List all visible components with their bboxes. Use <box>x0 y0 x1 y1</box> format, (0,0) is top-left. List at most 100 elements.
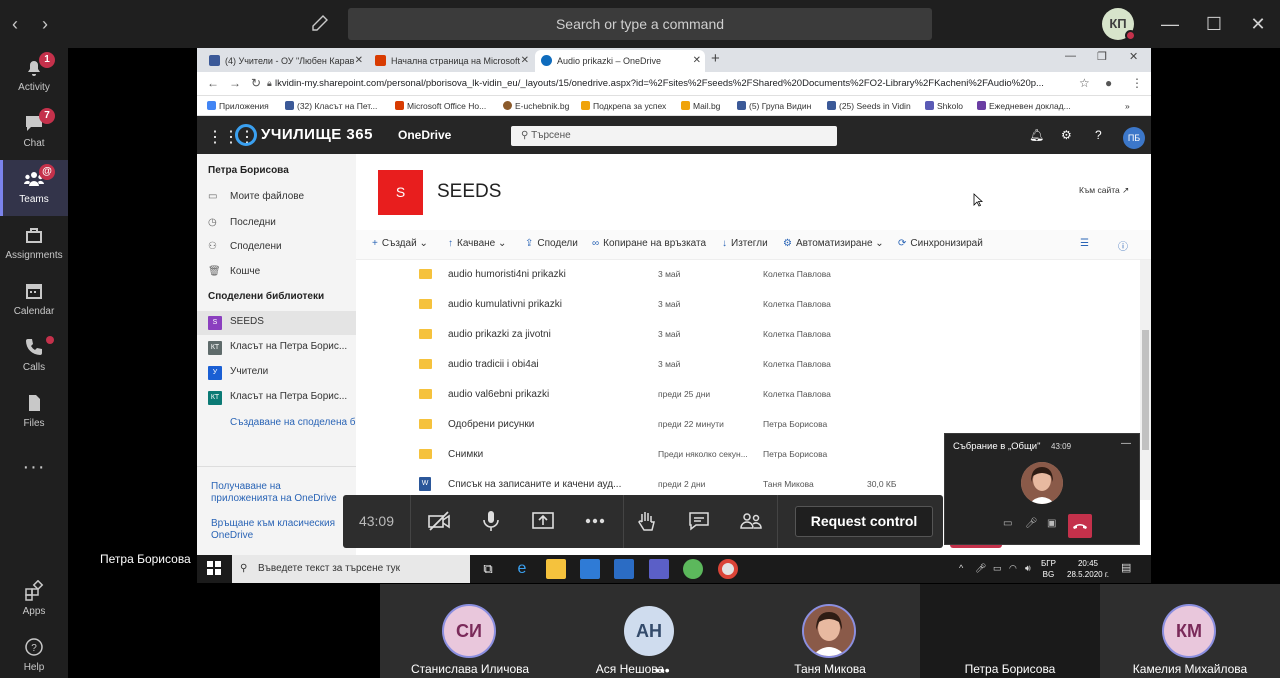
app-name[interactable]: OneDrive <box>398 128 451 142</box>
more-actions-icon[interactable] <box>583 509 607 533</box>
tab-close-icon[interactable]: ✕ <box>521 50 529 72</box>
profile-avatar[interactable]: КП <box>1102 8 1136 41</box>
nav-recent[interactable]: ◷ Последни <box>208 217 276 228</box>
create-shared-library-link[interactable]: Създаване на споделена би <box>208 417 361 428</box>
windows-start-icon[interactable] <box>207 561 221 575</box>
table-row[interactable]: audio tradicii i obi4ai 3 май Колетка Павл… <box>356 350 1140 380</box>
mini-camera-icon[interactable]: ▭ <box>1003 518 1012 529</box>
tab-close-icon[interactable]: ✕ <box>355 50 363 72</box>
bookmark-item[interactable]: Shkolo <box>925 99 963 113</box>
participant-tile[interactable]: КМ Камелия Михайлова <box>1100 584 1280 678</box>
browser-menu-icon[interactable]: ⋮ <box>1131 76 1143 90</box>
raise-hand-icon[interactable] <box>635 509 659 533</box>
tray-chevron-icon[interactable]: ^ <box>959 563 963 573</box>
bookmark-item[interactable]: (25) Seeds in Vidin <box>827 99 911 113</box>
rail-chat[interactable]: Chat 7 <box>0 104 68 160</box>
gear-icon[interactable]: ⚙ <box>1061 128 1072 142</box>
mini-hang-up-button[interactable] <box>1068 514 1092 538</box>
mini-share-icon[interactable]: ▣ <box>1047 518 1056 529</box>
tab-close-icon[interactable]: ✕ <box>693 50 701 72</box>
browser-tab[interactable]: (4) Учители - ОУ "Любен Карав ✕ <box>203 50 367 72</box>
account-icon[interactable]: ● <box>1105 76 1112 90</box>
request-control-button[interactable]: Request control <box>795 506 933 537</box>
rail-calendar[interactable]: Calendar <box>0 272 68 328</box>
automate-button[interactable]: ⚙ Автоматизиране ⌄ <box>783 238 884 249</box>
browser-tab[interactable]: Начална страница на Microsoft ✕ <box>369 50 533 72</box>
download-button[interactable]: ↓ Изтегли <box>722 238 768 249</box>
store-icon[interactable] <box>580 559 600 579</box>
edge-icon[interactable]: e <box>512 559 532 579</box>
bookmark-item[interactable]: (32) Класът на Пет... <box>285 99 377 113</box>
file-explorer-icon[interactable] <box>546 559 566 579</box>
table-row[interactable]: audio prikazki za jivotni 3 май Колетка Па… <box>356 320 1140 350</box>
participants-icon[interactable] <box>739 509 763 533</box>
forward-arrow-icon[interactable]: › <box>42 14 48 35</box>
nav-recycle-bin[interactable]: 🗑︎ Кошче <box>208 266 260 277</box>
bookmark-item[interactable]: Microsoft Office Ho... <box>395 99 486 113</box>
onedrive-search-input[interactable]: ⚲ Търсене <box>511 126 837 146</box>
bookmark-item[interactable]: E-uchebnik.bg <box>503 99 569 113</box>
participant-tile[interactable]: СИ Станислава Иличова <box>380 584 560 678</box>
browser-minimize-icon[interactable]: — <box>1065 50 1076 62</box>
bookmark-item[interactable]: Mail.bg <box>681 99 720 113</box>
mini-minimize-icon[interactable]: — <box>1121 438 1131 449</box>
windows-search-input[interactable]: ⚲ Въведете текст за търсене тук <box>232 555 470 583</box>
url-field[interactable]: lkvidin-my.sharepoint.com/personal/pbori… <box>275 75 1077 93</box>
file-name[interactable]: audio val6ebni prikazki <box>448 389 549 400</box>
browser-tab-active[interactable]: Audio prikazki – OneDrive ✕ <box>535 50 705 72</box>
file-name[interactable]: audio tradicii i obi4ai <box>448 359 539 370</box>
clock[interactable]: 20:45 28.5.2020 г. <box>1067 558 1109 580</box>
file-name[interactable]: Списък на записаните и качени ауд... <box>448 479 621 490</box>
minimize-icon[interactable]: — <box>1158 12 1182 36</box>
copy-link-button[interactable]: ∞ Копиране на връзката <box>592 238 706 249</box>
close-icon[interactable]: ✕ <box>1246 12 1270 36</box>
upload-button[interactable]: ↑ Качване ⌄ <box>448 238 506 249</box>
action-center-icon[interactable]: ▤ <box>1121 561 1131 574</box>
maximize-icon[interactable]: ☐ <box>1202 12 1226 36</box>
back-arrow-icon[interactable]: ‹ <box>12 14 18 35</box>
get-apps-link[interactable]: Получаване на приложенията на OneDrive <box>211 481 341 505</box>
camera-off-icon[interactable] <box>427 509 451 533</box>
nav-my-files[interactable]: ▭ Моите файлове <box>208 191 304 202</box>
chat-icon[interactable] <box>687 509 711 533</box>
browser-close-icon[interactable]: ✕ <box>1129 50 1138 63</box>
bookmark-item[interactable]: (5) Група Видин <box>737 99 811 113</box>
battery-icon[interactable]: ▭ <box>993 563 1002 574</box>
scrollbar-thumb[interactable] <box>1142 330 1149 450</box>
rail-activity[interactable]: Activity 1 <box>0 48 68 104</box>
go-to-site-link[interactable]: Към сайта ↗ <box>1079 185 1129 196</box>
table-row[interactable]: audio kumulativni prikazki 3 май Колетка П… <box>356 290 1140 320</box>
new-tab-icon[interactable]: + <box>711 50 720 67</box>
library-item[interactable]: КТ Класът на Петра Борис... <box>208 391 347 405</box>
bookmarks-overflow-icon[interactable]: » <box>1125 99 1130 113</box>
browser-restore-icon[interactable]: ❐ <box>1097 50 1107 63</box>
nav-shared[interactable]: ⚇ Споделени <box>208 241 282 252</box>
more-apps-icon[interactable]: ··· <box>0 456 68 479</box>
more-options-icon[interactable]: ••• <box>655 662 670 678</box>
table-row[interactable]: audio val6ebni prikazki преди 25 дни Колет… <box>356 380 1140 410</box>
library-seeds[interactable]: S SEEDS <box>208 316 264 330</box>
share-button[interactable]: ⇪ Сподели <box>525 238 578 249</box>
rail-teams[interactable]: Teams @ <box>0 160 68 216</box>
file-name[interactable]: Снимки <box>448 449 483 460</box>
bookmark-star-icon[interactable]: ☆ <box>1079 76 1090 90</box>
create-button[interactable]: + Създай ⌄ <box>372 238 428 249</box>
language-indicator[interactable]: БГР BG <box>1041 558 1056 580</box>
rail-assignments[interactable]: Assignments <box>0 216 68 272</box>
compose-icon[interactable] <box>310 13 330 33</box>
info-icon[interactable]: ⓘ <box>1118 238 1128 253</box>
classic-onedrive-link[interactable]: Връщане към класическия OneDrive <box>211 518 341 542</box>
back-icon[interactable]: ← <box>207 76 219 90</box>
bookmark-item[interactable]: Приложения <box>207 99 269 113</box>
table-row[interactable]: audio humoristi4ni prikazki 3 май Колетка … <box>356 260 1140 290</box>
participant-tile[interactable]: Таня Микова <box>740 584 920 678</box>
reload-icon[interactable]: ↻ <box>251 76 261 90</box>
command-search-box[interactable]: Search or type a command <box>348 8 932 40</box>
sync-button[interactable]: ⟳ Синхронизирай <box>898 238 983 249</box>
library-item[interactable]: У Учители <box>208 366 268 380</box>
file-name[interactable]: audio humoristi4ni prikazki <box>448 269 566 280</box>
mail-icon[interactable] <box>614 559 634 579</box>
app-icon[interactable] <box>683 559 703 579</box>
rail-files[interactable]: Files <box>0 384 68 440</box>
forward-icon[interactable]: → <box>229 76 241 90</box>
